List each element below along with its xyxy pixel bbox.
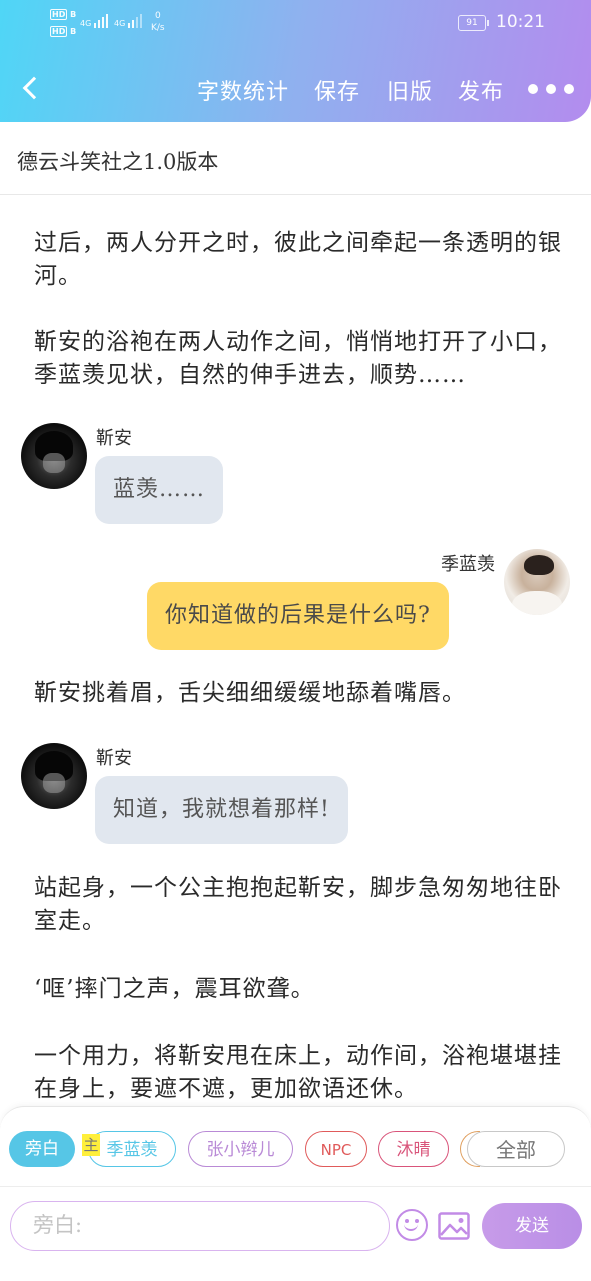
narration-paragraph[interactable]: 靳安挑着眉，舌尖细细缓缓地舔着嘴唇。 — [34, 677, 562, 710]
narration-paragraph[interactable]: 一个用力，将靳安甩在床上，动作间，浴袍堪堪挂在身上，要遮不遮，更加欲语还休。 — [34, 1040, 562, 1106]
signal-1-icon: 4G — [80, 12, 108, 28]
role-chip-ji-lanxian[interactable]: 季蓝羡 — [88, 1131, 176, 1167]
avatar-jinan[interactable] — [21, 423, 87, 489]
speaker-name: 季蓝羡 — [441, 554, 495, 575]
chat-bubble-left[interactable]: 蓝羡…… — [95, 456, 224, 524]
speaker-name: 靳安 — [96, 748, 132, 769]
clock: 10:21 — [496, 12, 545, 32]
title-divider — [0, 194, 591, 195]
battery-icon: 91 — [458, 15, 489, 31]
sim2-hd-label: HD — [50, 26, 68, 37]
narration-paragraph[interactable]: 过后，两人分开之时，彼此之间牵起一条透明的银河。 — [34, 227, 562, 293]
role-chip-npc[interactable]: NPC — [305, 1131, 367, 1167]
chat-bubble-right[interactable]: 你知道做的后果是什么吗? — [147, 582, 449, 650]
net1-label: 4G — [80, 19, 92, 28]
speed-unit: K/s — [151, 23, 165, 33]
all-roles-button[interactable]: 全部 — [467, 1131, 565, 1167]
network-speed: 0 K/s — [151, 10, 165, 34]
sim2-sub-label: B — [70, 27, 77, 36]
sim1-hd-label: HD — [50, 9, 68, 20]
sim1-indicator: HD B — [50, 9, 76, 20]
narration-paragraph[interactable]: 站起身，一个公主抱抱起靳安，脚步急匆匆地往卧室走。 — [34, 872, 562, 938]
net2-label: 4G — [114, 19, 126, 28]
top-header: HD B HD B 4G 4G 0 K/s 91 10:21 字数统计 保存 旧… — [0, 0, 591, 122]
chat-bubble-left[interactable]: 知道，我就想着那样! — [95, 776, 348, 844]
emoji-smile-icon[interactable] — [396, 1209, 428, 1241]
publish-button[interactable]: 发布 — [458, 74, 504, 106]
message-input[interactable]: 旁白: — [10, 1201, 390, 1251]
panel-divider — [0, 1186, 591, 1187]
role-chip-narrator[interactable]: 旁白 — [9, 1131, 75, 1167]
more-dots-icon[interactable] — [528, 84, 576, 94]
word-count-button[interactable]: 字数统计 — [197, 74, 289, 106]
narration-paragraph[interactable]: 靳安的浴袍在两人动作之间，悄悄地打开了小口，季蓝羡见状，自然的伸手进去，顺势…… — [34, 326, 562, 392]
status-bar: HD B HD B 4G 4G 0 K/s 91 10:21 — [0, 0, 591, 44]
sim2-indicator: HD B — [50, 26, 76, 37]
image-icon[interactable] — [438, 1212, 470, 1240]
role-chip-muqing[interactable]: 沐晴 — [378, 1131, 449, 1167]
save-button[interactable]: 保存 — [314, 74, 360, 106]
sim1-sub-label: B — [70, 10, 77, 19]
speed-value: 0 — [154, 11, 161, 21]
signal-2-icon: 4G — [114, 12, 142, 28]
old-version-button[interactable]: 旧版 — [387, 74, 433, 106]
main-role-badge: 主 — [82, 1134, 100, 1156]
document-title[interactable]: 德云斗笑社之1.0版本 — [17, 146, 218, 176]
back-chevron-icon[interactable] — [18, 72, 44, 106]
narration-paragraph[interactable]: ‘哐’摔门之声，震耳欲聋。 — [34, 973, 562, 1006]
avatar-jinan[interactable] — [21, 743, 87, 809]
send-button[interactable]: 发送 — [482, 1203, 582, 1249]
avatar-ji-lanxian[interactable] — [504, 549, 570, 615]
speaker-name: 靳安 — [96, 428, 132, 449]
role-chip-zhang[interactable]: 张小辫儿 — [188, 1131, 293, 1167]
